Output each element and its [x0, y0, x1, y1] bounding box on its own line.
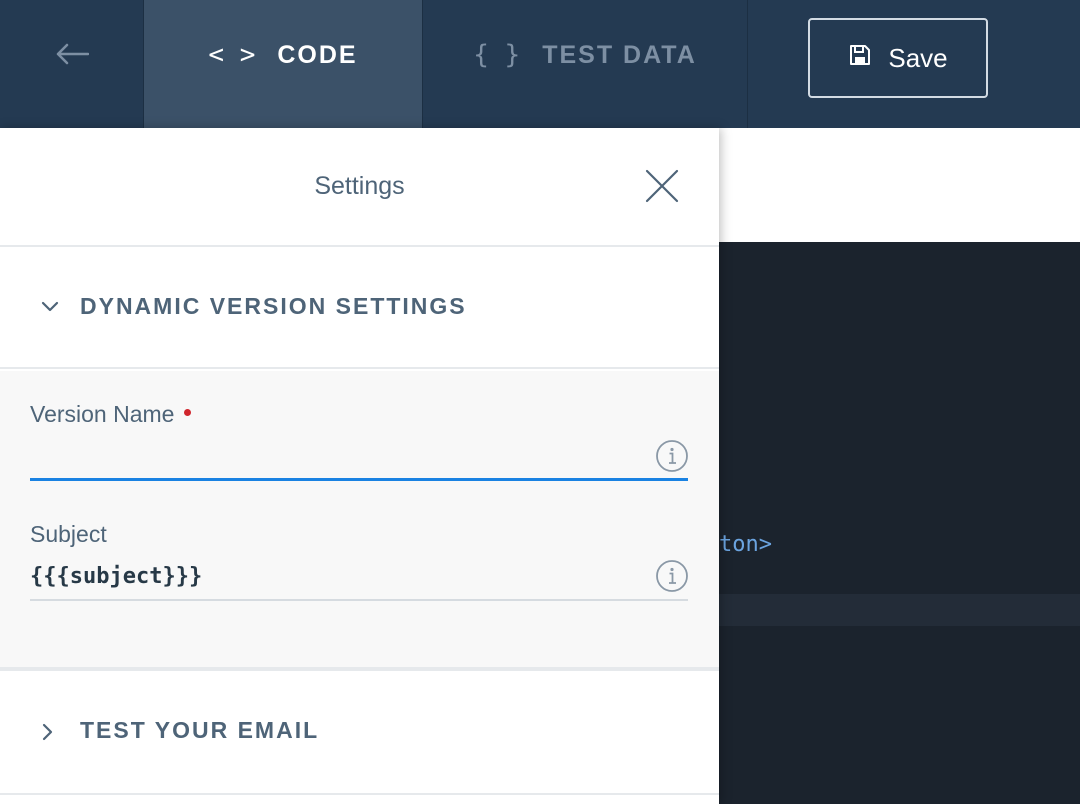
- section-title: TEST YOUR EMAIL: [80, 717, 320, 743]
- section-title: DYNAMIC VERSION SETTINGS: [80, 293, 467, 319]
- chevron-down-icon: [40, 299, 60, 318]
- info-icon[interactable]: [655, 559, 689, 593]
- back-button[interactable]: [0, 0, 144, 128]
- curly-braces-icon: { }: [473, 40, 521, 70]
- save-button-label: Save: [888, 42, 948, 73]
- version-name-underline: [30, 478, 688, 481]
- code-line-fragment: ton>: [719, 532, 772, 557]
- version-name-label-text: Version Name: [30, 401, 175, 427]
- settings-title: Settings: [314, 172, 405, 200]
- version-name-label: Version Name: [30, 401, 192, 428]
- section-dynamic-version-settings[interactable]: DYNAMIC VERSION SETTINGS: [0, 249, 719, 369]
- settings-panel: Settings DYNAMIC VERSION SETTINGS Versio…: [0, 128, 719, 804]
- tab-test-data[interactable]: { } TEST DATA: [423, 0, 748, 128]
- chevron-right-icon: [40, 722, 54, 747]
- floppy-disk-icon: [848, 43, 872, 74]
- editor-preview-header: [719, 128, 1080, 242]
- version-name-input[interactable]: [30, 435, 688, 475]
- info-icon[interactable]: [655, 439, 689, 473]
- tab-test-data-label: TEST DATA: [542, 40, 697, 69]
- section-test-your-email[interactable]: TEST YOUR EMAIL: [0, 675, 719, 795]
- top-toolbar: < > CODE { } TEST DATA Save: [0, 0, 1080, 128]
- subject-underline: [30, 599, 688, 601]
- close-button[interactable]: [644, 168, 680, 204]
- save-button[interactable]: Save: [808, 18, 988, 98]
- settings-header: Settings: [0, 128, 719, 247]
- arrow-left-icon: [55, 43, 89, 78]
- code-highlight-line: [719, 594, 1080, 626]
- close-icon: [644, 169, 680, 208]
- version-settings-form: Version Name Subject: [0, 371, 719, 671]
- code-editor[interactable]: ton>: [719, 242, 1080, 804]
- subject-input[interactable]: [30, 556, 688, 596]
- required-indicator: [184, 409, 192, 416]
- subject-label: Subject: [30, 521, 107, 547]
- tab-code-label: CODE: [277, 40, 358, 69]
- code-brackets-icon: < >: [208, 40, 256, 70]
- tab-code[interactable]: < > CODE: [144, 0, 423, 128]
